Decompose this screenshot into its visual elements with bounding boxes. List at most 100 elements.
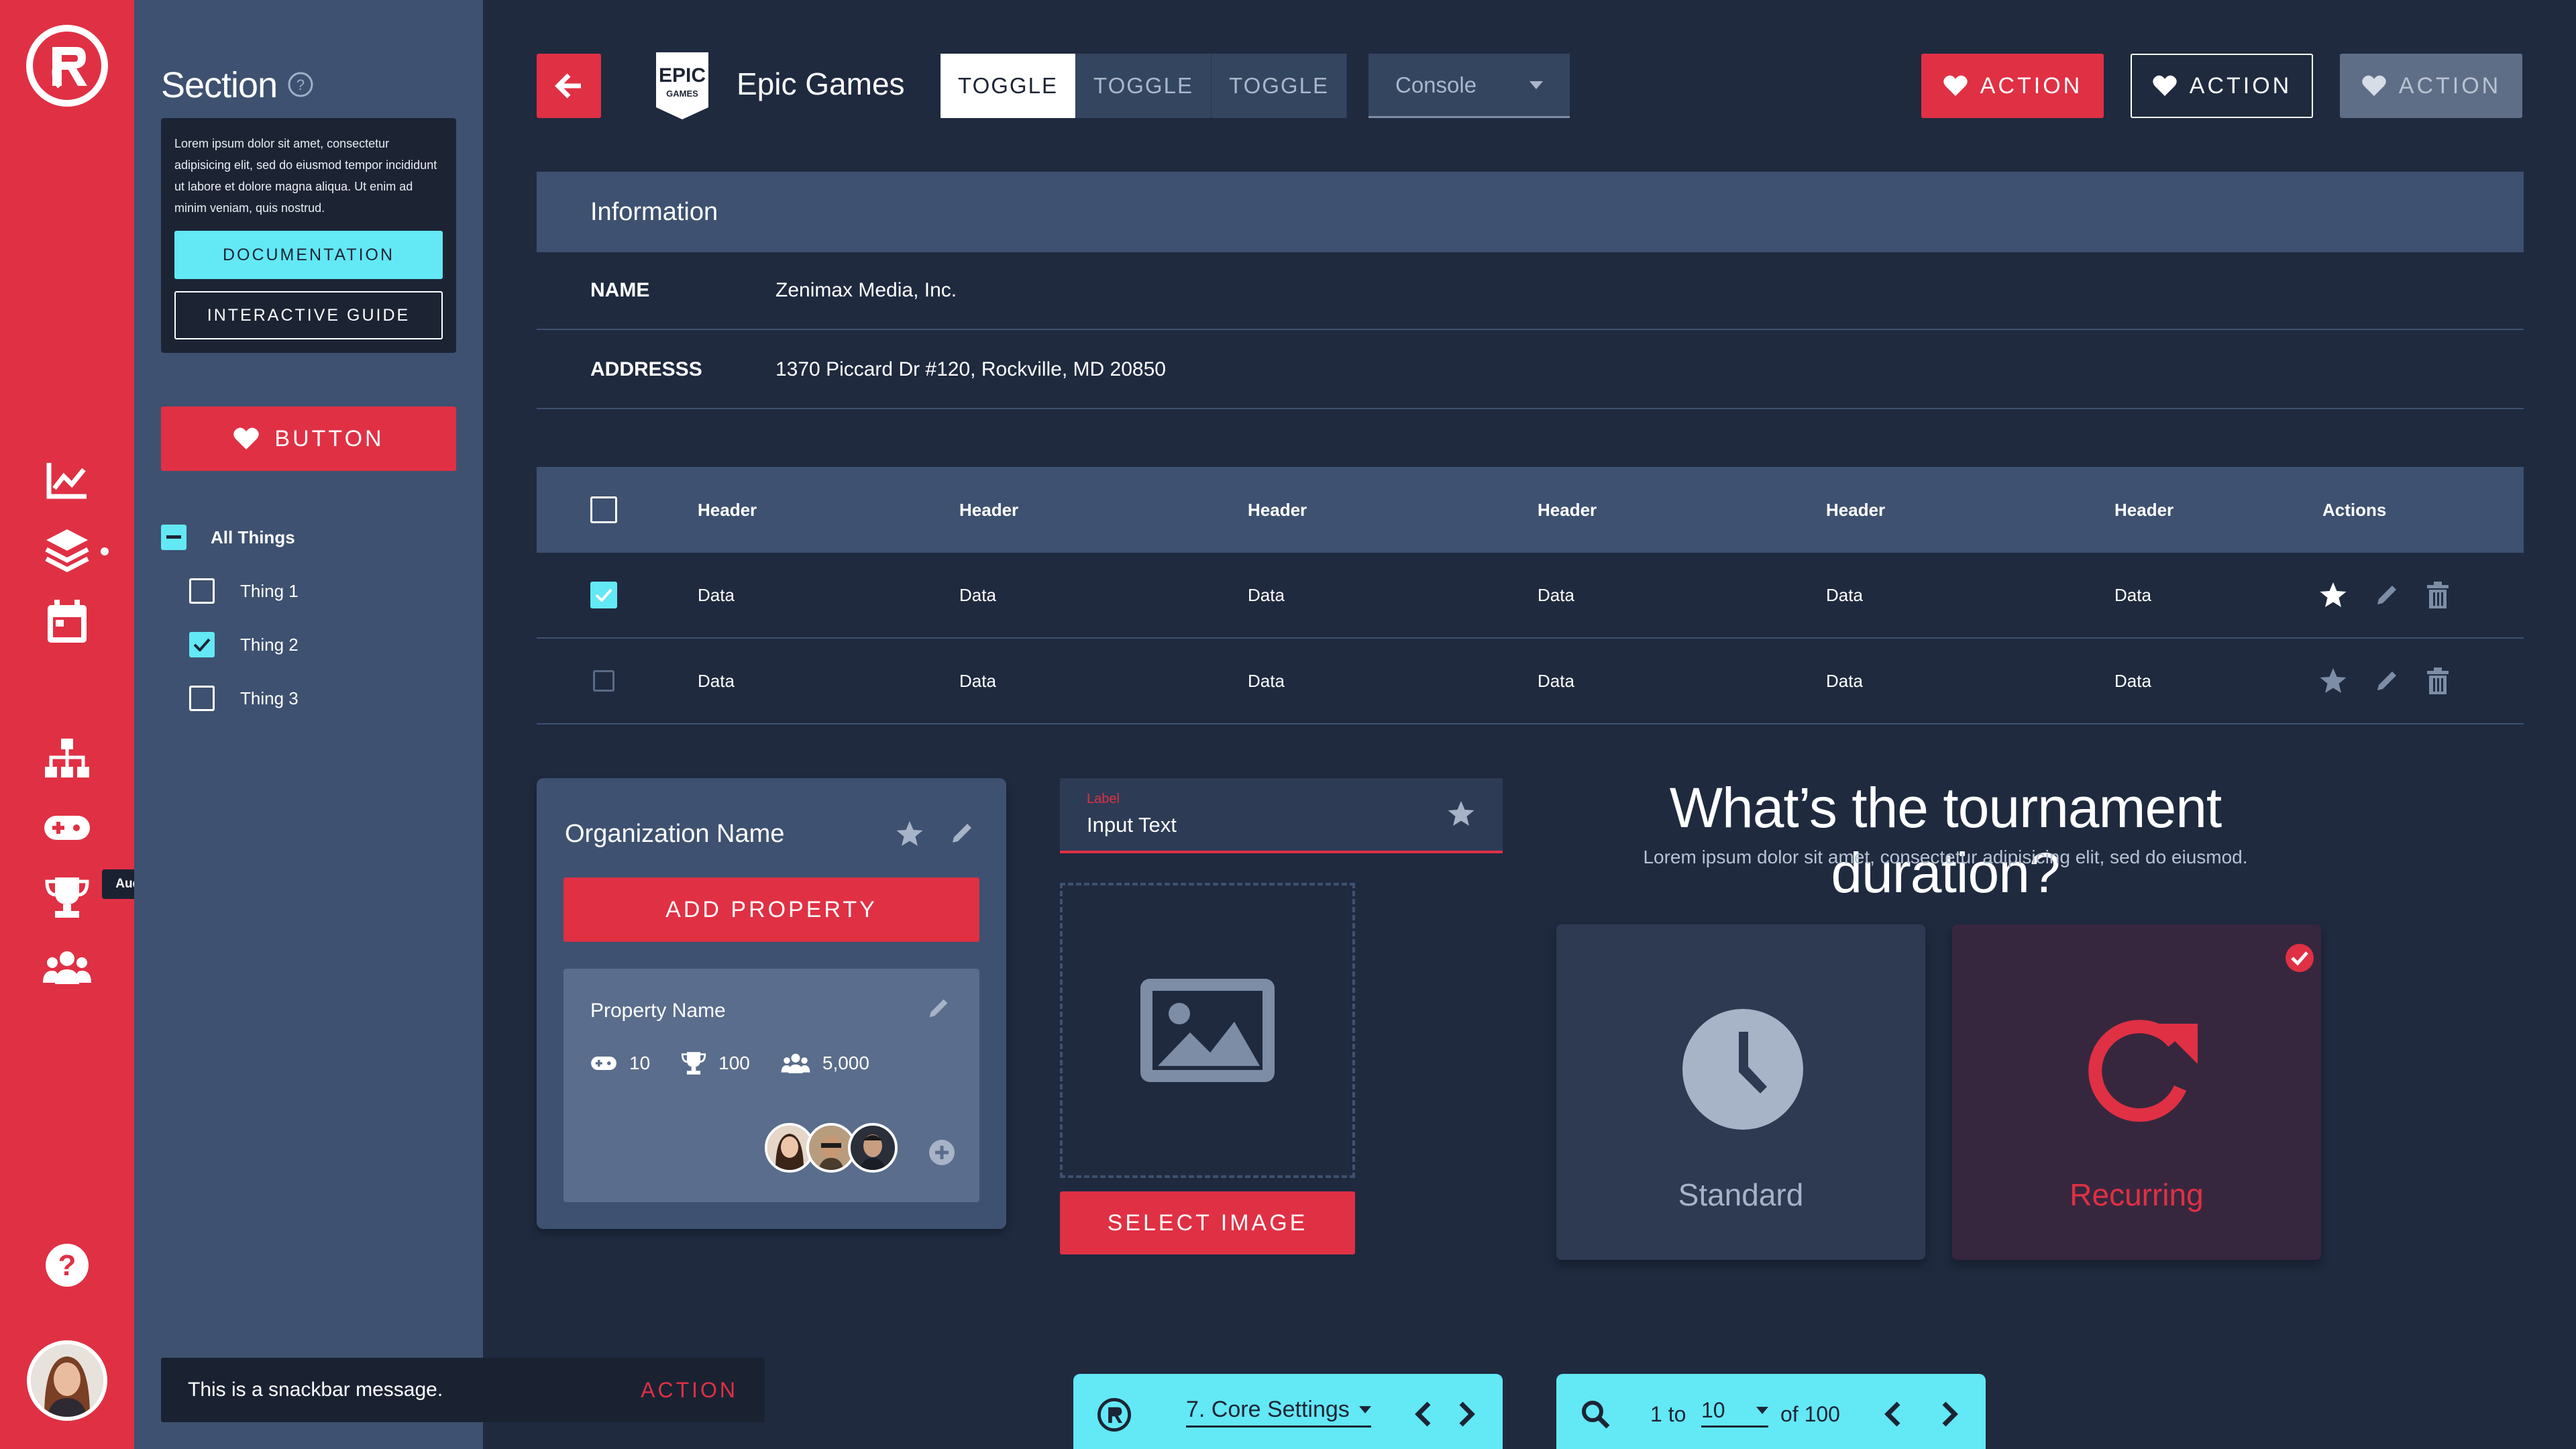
property-card[interactable]: Property Name 10 100 5,000 xyxy=(564,969,979,1202)
select-all-checkbox[interactable] xyxy=(590,496,617,523)
platform-select[interactable]: Console xyxy=(1368,54,1570,118)
thing-1-checkbox[interactable] xyxy=(189,578,215,604)
input-label: Label xyxy=(1087,792,1120,806)
tree-item-thing-1[interactable]: Thing 1 xyxy=(189,578,299,604)
table-cell: Data xyxy=(2114,584,2151,605)
pagination-suffix: of 100 xyxy=(1780,1402,1840,1426)
column-header[interactable]: Header xyxy=(959,467,1018,553)
logo-icon[interactable] xyxy=(25,24,109,107)
add-property-button[interactable]: ADD PROPERTY xyxy=(564,877,979,942)
star-icon[interactable] xyxy=(2318,667,2348,695)
info-key: ADDRESSS xyxy=(590,358,702,380)
column-header[interactable]: Header xyxy=(1248,467,1307,553)
company-name: Epic Games xyxy=(737,66,905,101)
user-avatar[interactable] xyxy=(27,1340,107,1421)
heart-icon xyxy=(2362,75,2386,97)
info-box: Lorem ipsum dolor sit amet, consectetur … xyxy=(161,118,456,353)
thing-3-checkbox[interactable] xyxy=(189,686,215,711)
information-header: Information xyxy=(537,172,2524,252)
gamepad-icon[interactable] xyxy=(42,802,93,853)
action-label: ACTION xyxy=(2189,72,2292,99)
trash-icon[interactable] xyxy=(2426,581,2450,609)
column-header[interactable]: Header xyxy=(2114,467,2174,553)
settings-bar: 7. Core Settings xyxy=(1073,1374,1503,1449)
caret-down-icon xyxy=(1756,1407,1768,1414)
notification-dot xyxy=(101,547,109,555)
chevron-right-icon[interactable] xyxy=(1940,1401,1959,1428)
toggle-3[interactable]: TOGGLE xyxy=(1212,54,1347,118)
parent-checkbox[interactable] xyxy=(161,525,186,550)
documentation-button[interactable]: DOCUMENTATION xyxy=(174,231,443,279)
settings-dropdown-value: 7. Core Settings xyxy=(1186,1397,1350,1422)
actions-header: Actions xyxy=(2322,499,2387,520)
pencil-icon[interactable] xyxy=(949,820,975,847)
organization-card: Organization Name ADD PROPERTY Property … xyxy=(537,778,1006,1229)
select-image-button[interactable]: SELECT IMAGE xyxy=(1060,1191,1355,1254)
snackbar-action[interactable]: ACTION xyxy=(641,1378,738,1403)
help-icon[interactable]: ? xyxy=(42,1240,93,1291)
star-icon[interactable] xyxy=(2318,581,2348,609)
arrow-left-icon xyxy=(555,73,581,99)
heart-icon xyxy=(1943,75,1968,97)
per-page-select[interactable]: 10 xyxy=(1701,1398,1768,1428)
action-label: ACTION xyxy=(2398,72,2502,99)
chevron-left-icon[interactable] xyxy=(1414,1401,1433,1428)
tree-item-label: Thing 3 xyxy=(240,688,299,708)
pencil-icon[interactable] xyxy=(926,996,951,1021)
action-button-primary[interactable]: ACTION xyxy=(1921,54,2104,118)
chevron-left-icon[interactable] xyxy=(1884,1401,1902,1428)
side-panel: Section ? Lorem ipsum dolor sit amet, co… xyxy=(134,0,483,1449)
choice-standard[interactable]: Standard xyxy=(1556,924,1925,1260)
choice-recurring[interactable]: Recurring xyxy=(1952,924,2321,1260)
company-logo: EPIC GAMES xyxy=(652,51,712,121)
svg-text:?: ? xyxy=(58,1249,76,1282)
hierarchy-icon[interactable] xyxy=(42,733,93,784)
toggle-1[interactable]: TOGGLE xyxy=(941,54,1076,118)
star-icon[interactable] xyxy=(1446,800,1476,828)
add-member-icon[interactable] xyxy=(928,1139,955,1166)
info-value: Zenimax Media, Inc. xyxy=(775,279,957,301)
tree-parent[interactable]: All Things xyxy=(161,525,295,550)
settings-dropdown[interactable]: 7. Core Settings xyxy=(1186,1397,1371,1428)
primary-button[interactable]: BUTTON xyxy=(161,407,456,471)
column-header[interactable]: Header xyxy=(1826,467,1885,553)
trophy-icon[interactable] xyxy=(42,872,93,923)
row-checkbox[interactable] xyxy=(590,582,617,608)
tree-item-thing-3[interactable]: Thing 3 xyxy=(189,686,299,711)
interactive-guide-button[interactable]: INTERACTIVE GUIDE xyxy=(174,291,443,339)
member-avatars[interactable] xyxy=(765,1123,912,1178)
layers-icon[interactable] xyxy=(42,525,93,576)
tree-item-thing-2[interactable]: Thing 2 xyxy=(189,632,299,657)
action-button-disabled[interactable]: ACTION xyxy=(2340,54,2522,118)
action-button-outline[interactable]: ACTION xyxy=(2131,54,2313,118)
back-button[interactable] xyxy=(537,54,601,118)
table-cell: Data xyxy=(1538,670,1574,691)
gamepad-icon xyxy=(591,1057,616,1070)
text-input-field[interactable]: Label Input Text xyxy=(1060,778,1503,853)
star-icon[interactable] xyxy=(895,820,924,848)
trash-icon[interactable] xyxy=(2426,667,2450,695)
pencil-icon[interactable] xyxy=(2373,582,2400,608)
question-title: What’s the tournament duration? xyxy=(1669,776,2222,904)
thing-2-checkbox[interactable] xyxy=(189,632,215,657)
column-header[interactable]: Header xyxy=(698,467,757,553)
pencil-icon[interactable] xyxy=(2373,667,2400,694)
analytics-icon[interactable] xyxy=(42,455,93,506)
calendar-icon[interactable] xyxy=(42,596,93,647)
table-cell: Data xyxy=(1826,584,1863,605)
users-icon[interactable] xyxy=(42,942,93,993)
row-checkbox[interactable] xyxy=(593,670,614,692)
section-title-text: Section xyxy=(161,65,278,105)
image-dropzone[interactable] xyxy=(1060,883,1355,1178)
help-circle-icon[interactable]: ? xyxy=(287,71,314,98)
organization-name: Organization Name xyxy=(565,820,785,848)
toggle-2[interactable]: TOGGLE xyxy=(1076,54,1212,118)
logo-icon[interactable] xyxy=(1097,1398,1131,1432)
table-cell: Data xyxy=(2114,670,2151,691)
table-cell: Data xyxy=(1248,670,1285,691)
chevron-right-icon[interactable] xyxy=(1457,1401,1476,1428)
search-icon[interactable] xyxy=(1580,1399,1610,1429)
users-icon xyxy=(781,1053,810,1073)
column-header[interactable]: Header xyxy=(1538,467,1597,553)
svg-text:EPIC: EPIC xyxy=(659,64,706,87)
